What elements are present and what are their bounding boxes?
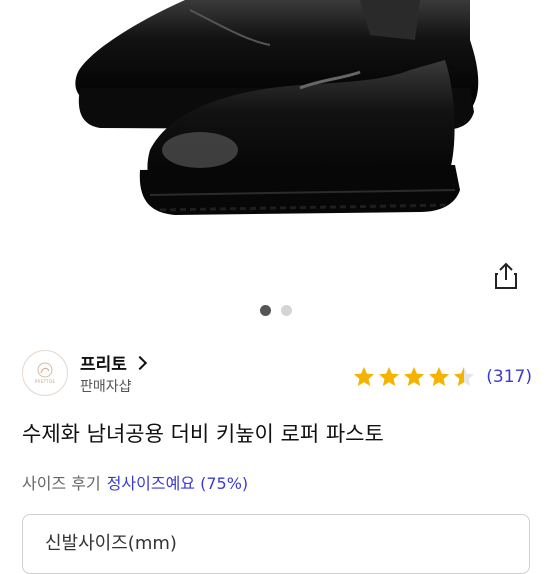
- rating[interactable]: (317): [352, 365, 532, 389]
- seller-type: 판매자샵: [80, 379, 132, 395]
- half-star-icon: [454, 367, 475, 386]
- share-button[interactable]: [490, 260, 522, 292]
- size-review-label: 사이즈 후기: [22, 474, 101, 493]
- star-icon: [379, 367, 400, 386]
- seller-logo-text: PRETTOE: [34, 379, 56, 384]
- seller-name: 프리토: [80, 355, 127, 375]
- seller-name-link[interactable]: 프리토: [80, 350, 147, 375]
- star-icon: [404, 367, 425, 386]
- seller-row: PRETTOE 프리토 판매자샵 (317): [22, 350, 532, 406]
- carousel-dot-2[interactable]: [281, 305, 292, 316]
- carousel-indicator: [0, 305, 552, 316]
- carousel-dot-1[interactable]: [260, 305, 271, 316]
- review-count[interactable]: (317): [486, 367, 532, 387]
- share-icon: [495, 262, 517, 289]
- shoe-size-select[interactable]: 신발사이즈(mm): [22, 514, 530, 574]
- chevron-right-icon: [132, 355, 147, 370]
- seller-logo-mark: [37, 362, 53, 378]
- size-review: 사이즈 후기 정사이즈예요 (75%): [22, 470, 248, 494]
- star-rating: [352, 365, 476, 389]
- product-image[interactable]: [0, 0, 552, 340]
- star-icon: [354, 367, 375, 386]
- product-title: 수제화 남녀공용 더비 키높이 로퍼 파스토: [22, 422, 384, 446]
- seller-logo[interactable]: PRETTOE: [22, 350, 68, 396]
- shoe-size-label: 신발사이즈(mm): [45, 533, 177, 554]
- star-icon: [429, 367, 450, 386]
- shoes-illustration: [75, 0, 479, 215]
- size-review-value: 정사이즈예요 (75%): [106, 474, 249, 493]
